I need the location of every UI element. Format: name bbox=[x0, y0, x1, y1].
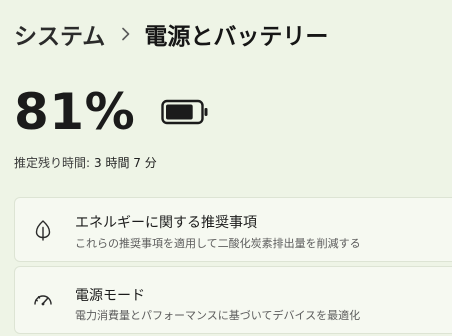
remaining-time: 推定残り時間: 3 時間 7 分 bbox=[14, 154, 157, 171]
chevron-right-icon bbox=[121, 27, 130, 41]
remaining-time-label: 推定残り時間: bbox=[14, 156, 91, 170]
leaf-icon bbox=[32, 219, 54, 241]
battery-icon bbox=[161, 99, 209, 125]
page-title: 電源とバッテリー bbox=[144, 24, 329, 50]
battery-status: 81% bbox=[14, 84, 209, 140]
breadcrumb-parent-system[interactable]: システム bbox=[14, 17, 105, 51]
gauge-icon bbox=[32, 289, 54, 311]
energy-recommendations-description: これらの推奨事項を適用して二酸化炭素排出量を削減する bbox=[75, 237, 361, 250]
power-mode-description: 電力消費量とパフォーマンスに基づいてデバイスを最適化 bbox=[75, 309, 361, 322]
power-mode-card[interactable]: 電源モード 電力消費量とパフォーマンスに基づいてデバイスを最適化 bbox=[14, 266, 452, 334]
energy-recommendations-card[interactable]: エネルギーに関する推奨事項 これらの推奨事項を適用して二酸化炭素排出量を削減する bbox=[14, 197, 452, 262]
breadcrumb: システム 電源とバッテリー bbox=[14, 14, 328, 54]
remaining-time-value: 3 時間 7 分 bbox=[94, 156, 157, 170]
battery-percentage: 81% bbox=[14, 83, 136, 141]
energy-recommendations-title: エネルギーに関する推奨事項 bbox=[75, 215, 257, 231]
battery-fill bbox=[166, 104, 193, 120]
power-mode-title: 電源モード bbox=[75, 288, 145, 304]
